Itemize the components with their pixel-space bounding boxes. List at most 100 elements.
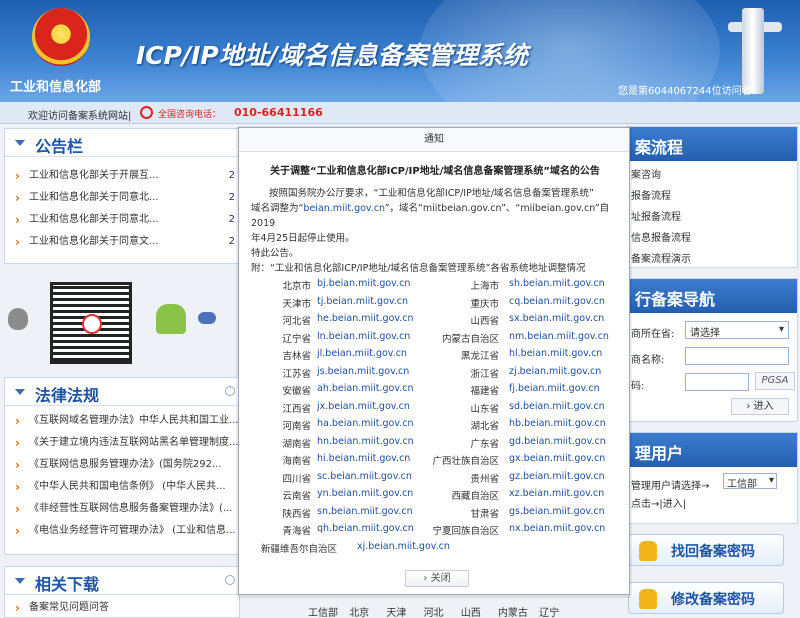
province-domain-link[interactable]: nx.beian.miit.gov.cn bbox=[509, 523, 605, 534]
province-domain-link[interactable]: bj.beian.miit.gov.cn bbox=[317, 278, 410, 289]
province-domain-link[interactable]: hb.beian.miit.gov.cn bbox=[509, 418, 606, 429]
list-item[interactable]: 工业和信息化部关于同意文... 2 bbox=[15, 231, 239, 253]
manage-enter-link[interactable]: 进入 bbox=[663, 499, 683, 510]
province-name: 宁夏回族自治区 bbox=[432, 526, 499, 537]
list-item[interactable]: 《互联网域名管理办法》中华人民共和国工业... bbox=[15, 410, 239, 432]
list-item[interactable]: 《非经营性互联网信息服务备案管理办法》(... bbox=[15, 498, 239, 520]
phone-label: 全国咨询电话： bbox=[158, 110, 222, 120]
new-domain-link[interactable]: beian.miit.gov.cn bbox=[303, 203, 384, 214]
province-domain-link[interactable]: hl.beian.miit.gov.cn bbox=[509, 348, 602, 359]
province-link[interactable]: 北京 bbox=[349, 608, 369, 618]
province-name: 新疆维吾尔自治区 bbox=[261, 543, 338, 555]
list-item[interactable]: 《电信业务经营许可管理办法》 (工业和信息... bbox=[15, 520, 239, 542]
province-link[interactable]: 内蒙古 bbox=[498, 608, 528, 618]
announcement-link[interactable]: 工业和信息化部关于开展互... bbox=[29, 170, 159, 181]
province-domain-link[interactable]: gs.beian.miit.gov.cn bbox=[509, 506, 605, 517]
flow-item[interactable]: 案咨询 bbox=[627, 165, 797, 186]
province-domain-link[interactable]: yn.beian.miit.gov.cn bbox=[317, 488, 413, 499]
province-domain-link[interactable]: sx.beian.miit.gov.cn bbox=[509, 313, 604, 324]
province-name: 浙江省 bbox=[470, 368, 499, 380]
downloads-panel: 相关下载 备案常见问题问答 bbox=[4, 566, 240, 618]
manage-select[interactable]: 工信部 ▾ bbox=[723, 473, 777, 490]
flow-item[interactable]: 址报备流程 bbox=[627, 207, 797, 228]
list-item[interactable]: 工业和信息化部关于同意北... 2 bbox=[15, 187, 239, 209]
chevron-down-icon: ▾ bbox=[768, 475, 774, 486]
table-row: 陕西省 sn.beian.miit.gov.cn 甘肃省 gs.beian.miit.… bbox=[261, 506, 621, 524]
province-name: 湖南省 bbox=[282, 438, 311, 450]
announcement-title: 公告栏 bbox=[35, 137, 84, 156]
province-domain-link[interactable]: xz.beian.miit.gov.cn bbox=[509, 488, 604, 499]
cloud-download-icon[interactable] bbox=[198, 312, 216, 324]
list-item[interactable]: 《中华人民共和国电信条例》 (中华人民共... bbox=[15, 476, 239, 498]
province-domain-link[interactable]: cq.beian.miit.gov.cn bbox=[509, 296, 605, 307]
province-name: 内蒙古自治区 bbox=[441, 333, 499, 345]
province-name: 山西省 bbox=[470, 316, 499, 327]
collapse-icon[interactable] bbox=[15, 578, 25, 584]
announcement-link[interactable]: 工业和信息化部关于同意文... bbox=[29, 236, 159, 247]
province-domain-link[interactable]: sn.beian.miit.gov.cn bbox=[317, 506, 413, 517]
list-item[interactable]: 备案常见问题问答 bbox=[15, 597, 239, 618]
province-domain-link[interactable]: he.beian.miit.gov.cn bbox=[317, 313, 414, 324]
province-domain-link[interactable]: js.beian.miit.gov.cn bbox=[317, 366, 409, 377]
collapse-icon[interactable] bbox=[15, 389, 25, 395]
province-domain-link[interactable]: gd.beian.miit.gov.cn bbox=[509, 436, 606, 447]
province-domain-link[interactable]: gz.beian.miit.gov.cn bbox=[509, 471, 605, 482]
name-input[interactable] bbox=[685, 347, 789, 365]
list-item[interactable]: 工业和信息化部关于同意北... 2 bbox=[15, 209, 239, 231]
province-domain-link[interactable]: hi.beian.miit.gov.cn bbox=[317, 453, 410, 464]
recover-password-button[interactable]: 找回备案密码 bbox=[628, 534, 784, 566]
announcement-link[interactable]: 工业和信息化部关于同意北... bbox=[29, 192, 159, 203]
province-domain-link[interactable]: sd.beian.miit.gov.cn bbox=[509, 401, 605, 412]
notice-para: 附：“工业和信息化部ICP/IP地址/域名信息备案管理系统”各省系统地址调整情况 bbox=[251, 263, 586, 274]
code-input[interactable] bbox=[685, 373, 749, 391]
welcome-text: 欢迎访问备案系统网站| bbox=[28, 111, 132, 122]
flow-item[interactable]: 报备流程 bbox=[627, 186, 797, 207]
province-domain-link[interactable]: ah.beian.miit.gov.cn bbox=[317, 383, 414, 394]
province-domain-link[interactable]: jl.beian.miit.gov.cn bbox=[317, 348, 407, 359]
province-domain-link[interactable]: jx.beian.miit.gov.cn bbox=[317, 401, 410, 412]
province-domain-link[interactable]: hn.beian.miit.gov.cn bbox=[317, 436, 414, 447]
province-domain-link[interactable]: xj.beian.miit.gov.cn bbox=[357, 541, 450, 552]
province-name: 上海市 bbox=[470, 281, 499, 292]
province-link[interactable]: 山西 bbox=[461, 608, 481, 618]
list-item[interactable]: 《关于建立境内违法互联网站黑名单管理制度... bbox=[15, 432, 239, 454]
province-domain-link[interactable]: ha.beian.miit.gov.cn bbox=[317, 418, 414, 429]
more-icon[interactable] bbox=[225, 386, 235, 396]
android-icon[interactable] bbox=[156, 304, 186, 334]
province-name: 海南省 bbox=[282, 456, 311, 467]
apple-icon[interactable] bbox=[8, 308, 28, 330]
province-select-value: 请选择 bbox=[690, 328, 720, 339]
flow-item[interactable]: 信息报备流程 bbox=[627, 228, 797, 249]
code-label: 码: bbox=[631, 381, 645, 392]
province-domain-link[interactable]: sh.beian.miit.gov.cn bbox=[509, 278, 605, 289]
enter-arrow-icon: › bbox=[746, 401, 754, 412]
province-domain-link[interactable]: gx.beian.miit.gov.cn bbox=[509, 453, 605, 464]
announcement-panel: 公告栏 工业和信息化部关于开展互... 2 工业和信息化部关于同意北... 2 工业… bbox=[4, 128, 240, 264]
province-domain-link[interactable]: fj.beian.miit.gov.cn bbox=[509, 383, 600, 394]
announcement-link[interactable]: 工业和信息化部关于同意北... bbox=[29, 214, 159, 225]
province-domain-link[interactable]: ln.beian.miit.gov.cn bbox=[317, 331, 410, 342]
hand-pointer-icon bbox=[639, 541, 657, 561]
captcha-image[interactable]: PGSA bbox=[755, 372, 795, 390]
province-domain-link[interactable]: sc.beian.miit.gov.cn bbox=[317, 471, 412, 482]
province-domain-link[interactable]: qh.beian.miit.gov.cn bbox=[317, 523, 414, 534]
list-item[interactable]: 《互联网信息服务管理办法》(国务院292... bbox=[15, 454, 239, 476]
flow-item[interactable]: 备案流程演示 bbox=[627, 249, 797, 270]
province-link[interactable]: 辽宁 bbox=[539, 608, 559, 618]
close-button[interactable]: › 关闭 bbox=[405, 570, 469, 587]
province-select[interactable]: 请选择 ▾ bbox=[685, 321, 789, 339]
list-item[interactable]: 工业和信息化部关于开展互... 2 bbox=[15, 165, 239, 187]
province-name: 广东省 bbox=[470, 438, 499, 450]
province-link[interactable]: 天津 bbox=[386, 608, 406, 618]
modify-password-button[interactable]: 修改备案密码 bbox=[628, 582, 784, 614]
province-name: 江苏省 bbox=[282, 368, 311, 380]
province-domain-link[interactable]: tj.beian.miit.gov.cn bbox=[317, 296, 408, 307]
close-arrow-icon: › bbox=[423, 573, 431, 584]
enter-button[interactable]: › 进入 bbox=[731, 398, 789, 415]
more-icon[interactable] bbox=[225, 575, 235, 585]
collapse-icon[interactable] bbox=[15, 140, 25, 146]
province-domain-link[interactable]: zj.beian.miit.gov.cn bbox=[509, 366, 601, 377]
province-link[interactable]: 工信部 bbox=[308, 608, 338, 618]
province-domain-link[interactable]: nm.beian.miit.gov.cn bbox=[509, 331, 609, 342]
province-link[interactable]: 河北 bbox=[424, 608, 444, 618]
